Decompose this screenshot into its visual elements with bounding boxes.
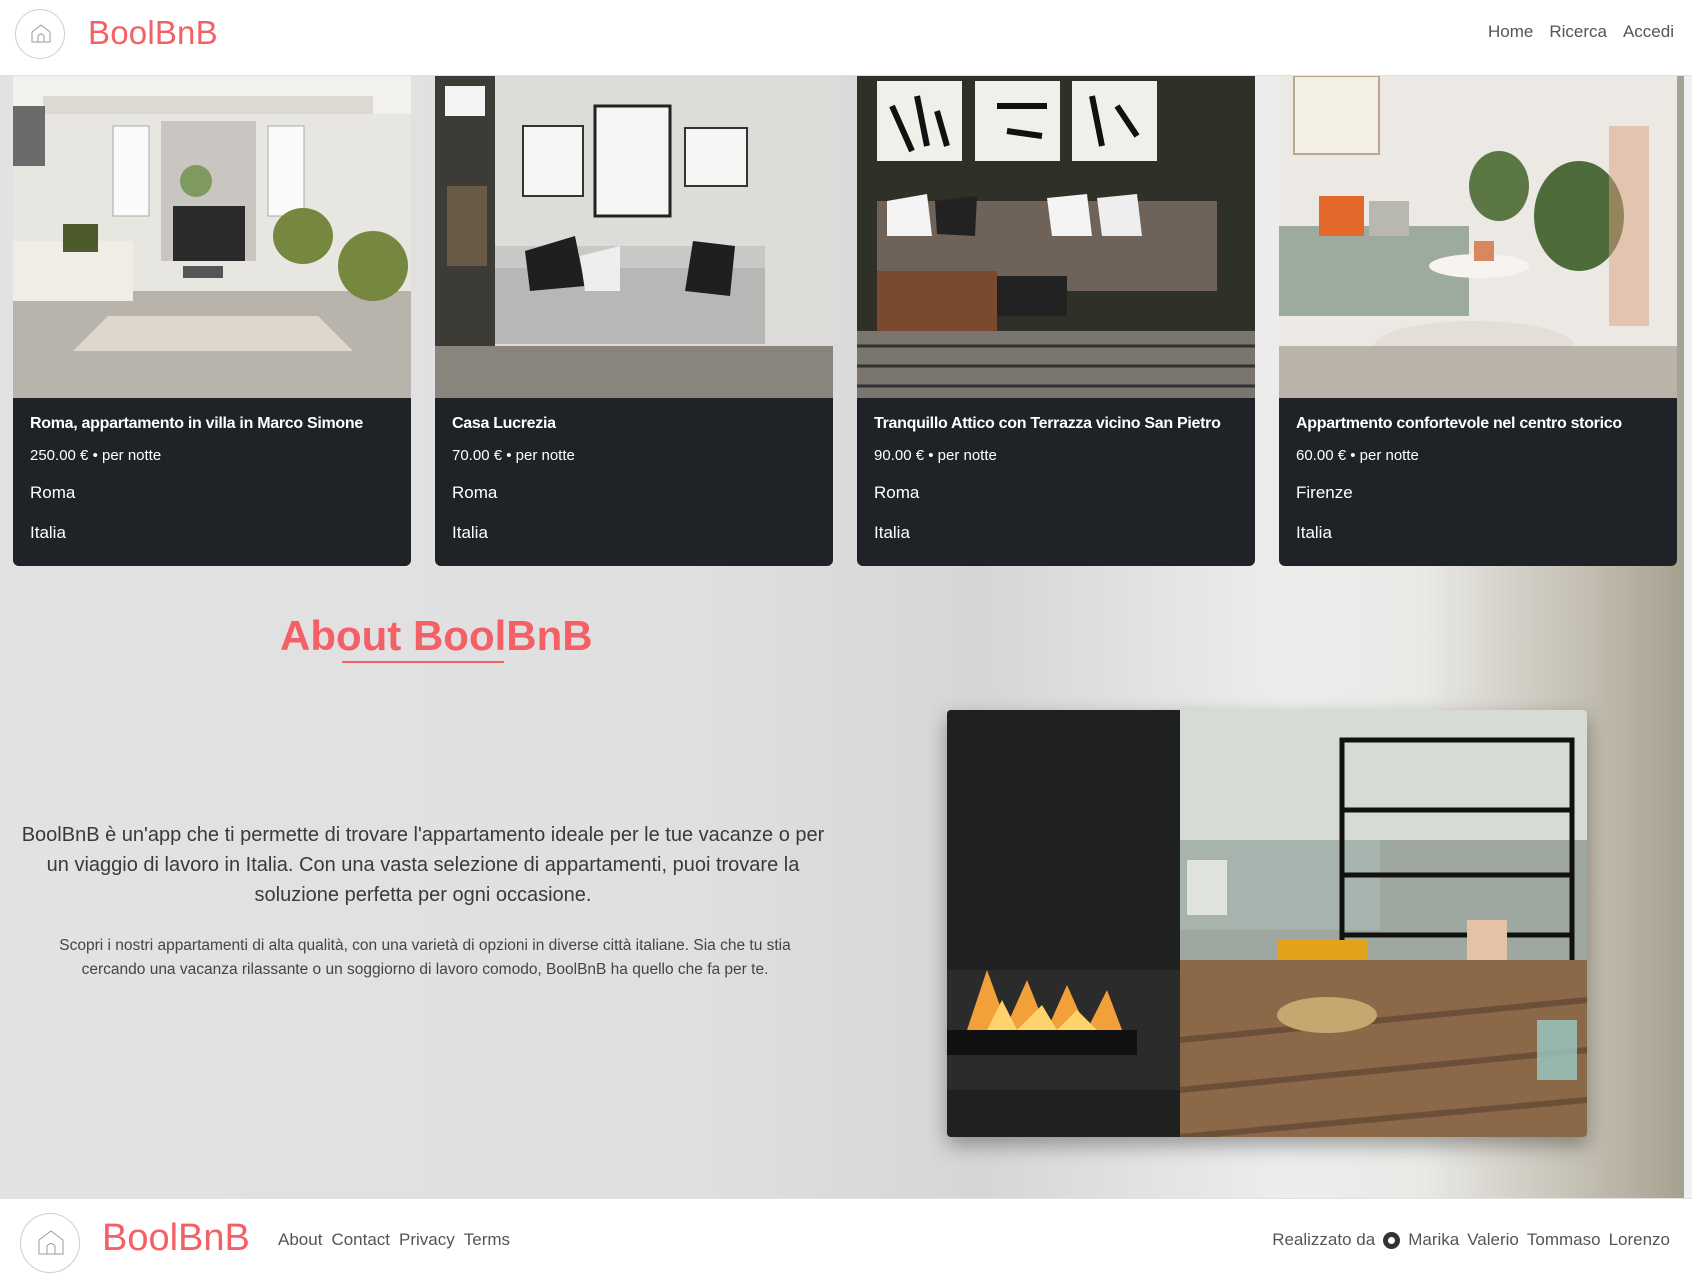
about-photo [947, 710, 1587, 1137]
apartment-country: Italia [874, 523, 910, 542]
apartment-city: Roma [452, 483, 498, 502]
apartment-price: 70.00 € • per notte [452, 447, 816, 464]
apartment-title[interactable]: Tranquillo Attico con Terrazza vicino Sa… [874, 415, 1238, 433]
footer-about-link[interactable]: About [278, 1230, 322, 1250]
apartment-card[interactable]: Appartmento confortevole nel centro stor… [1279, 76, 1677, 566]
main-nav: Home Ricerca Accedi [1488, 22, 1674, 42]
apartment-title[interactable]: Casa Lucrezia [452, 415, 816, 433]
apartment-photo [435, 76, 833, 398]
apartment-city: Roma [30, 483, 76, 502]
brand-link[interactable]: BoolBnB [88, 14, 218, 52]
apartment-card-list: Roma, appartamento in villa in Marco Sim… [13, 76, 1679, 566]
nav-login-link[interactable]: Accedi [1623, 22, 1674, 42]
apartment-city: Firenze [1296, 483, 1353, 502]
price-value: 60.00 € [1296, 447, 1347, 464]
apartment-title[interactable]: Appartmento confortevole nel centro stor… [1296, 415, 1660, 433]
author-link[interactable]: Marika [1408, 1230, 1459, 1250]
apartment-price: 90.00 € • per notte [874, 447, 1238, 464]
price-value: 250.00 € [30, 447, 89, 464]
apartment-photo [857, 76, 1255, 398]
footer-privacy-link[interactable]: Privacy [399, 1230, 455, 1250]
footer-brand-link[interactable]: BoolBnB [102, 1217, 250, 1260]
apartment-country: Italia [452, 523, 488, 542]
apartment-card[interactable]: Roma, appartamento in villa in Marco Sim… [13, 76, 411, 566]
apartment-card[interactable]: Casa Lucrezia 70.00 € • per notte Roma I… [435, 76, 833, 566]
nav-search-link[interactable]: Ricerca [1549, 22, 1607, 42]
scrollbar-track[interactable] [1684, 76, 1692, 1198]
apartment-country: Italia [1296, 523, 1332, 542]
author-link[interactable]: Valerio [1467, 1230, 1519, 1250]
apartment-photo [13, 76, 411, 398]
apartment-title[interactable]: Roma, appartamento in villa in Marco Sim… [30, 415, 394, 433]
price-value: 90.00 € [874, 447, 925, 464]
apartment-price: 60.00 € • per notte [1296, 447, 1660, 464]
price-unit: • per notte [506, 447, 575, 464]
top-navbar: BoolBnB Home Ricerca Accedi [0, 0, 1692, 76]
about-title-underline [342, 661, 504, 663]
github-icon [1383, 1231, 1401, 1249]
price-unit: • per notte [1350, 447, 1419, 464]
apartment-country: Italia [30, 523, 66, 542]
price-value: 70.00 € [452, 447, 503, 464]
nav-home-link[interactable]: Home [1488, 22, 1533, 42]
about-body-text: Scopri i nostri appartamenti di alta qua… [59, 937, 791, 978]
footer-links: About Contact Privacy Terms [278, 1230, 510, 1250]
credits-label: Realizzato da [1272, 1230, 1376, 1249]
price-unit: • per notte [92, 447, 162, 464]
apartment-price: 250.00 € • per notte [30, 447, 394, 464]
house-logo-icon[interactable] [20, 1213, 80, 1273]
author-link[interactable]: Lorenzo [1609, 1230, 1670, 1250]
about-title: About BoolBnB [280, 612, 593, 659]
apartment-city: Roma [874, 483, 920, 502]
footer-credits: Realizzato da Marika Valerio Tommaso Lor… [1272, 1230, 1670, 1250]
page-footer: BoolBnB About Contact Privacy Terms Real… [0, 1198, 1692, 1277]
apartment-card[interactable]: Tranquillo Attico con Terrazza vicino Sa… [857, 76, 1255, 566]
footer-terms-link[interactable]: Terms [464, 1230, 510, 1250]
price-unit: • per notte [928, 447, 997, 464]
apartment-photo [1279, 76, 1677, 398]
author-link[interactable]: Tommaso [1527, 1230, 1601, 1250]
footer-contact-link[interactable]: Contact [331, 1230, 390, 1250]
about-lead-text: BoolBnB è un'app che ti permette di trov… [21, 824, 825, 906]
house-logo-icon[interactable] [15, 9, 65, 59]
